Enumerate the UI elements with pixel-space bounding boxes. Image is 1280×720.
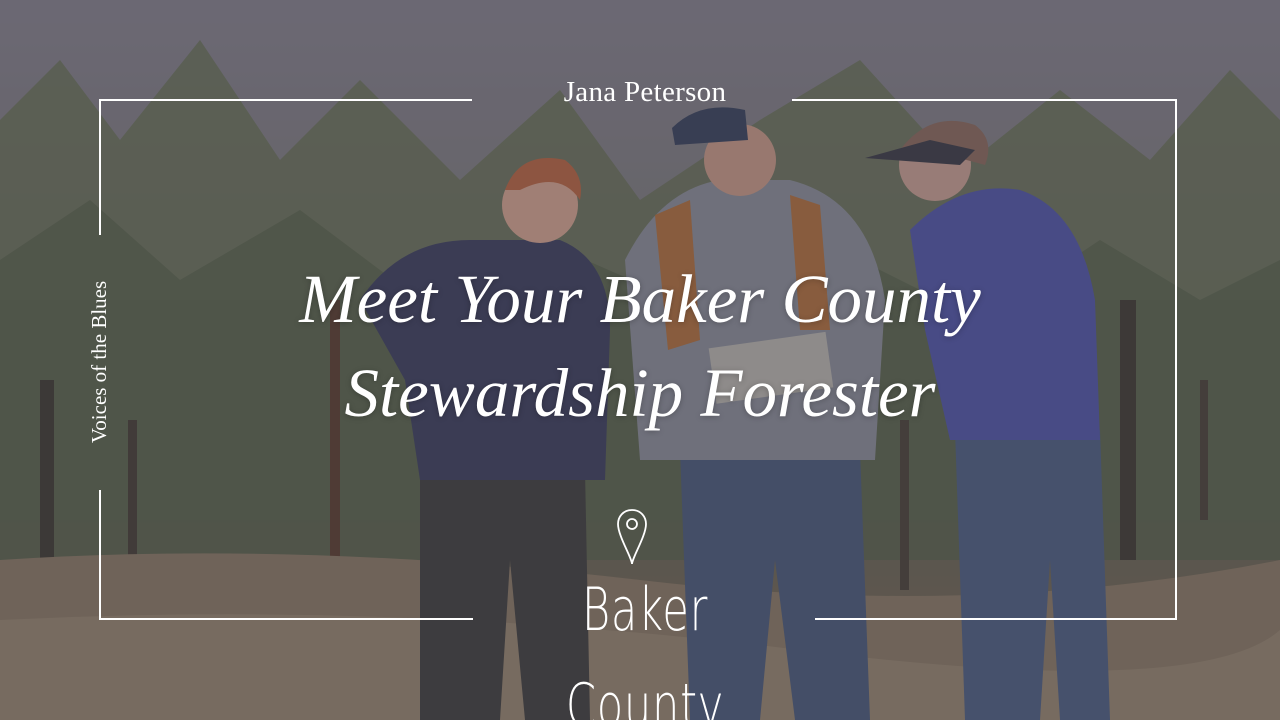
page-title: Meet Your Baker County Stewardship Fores… (150, 252, 1130, 440)
frame-top-right (792, 99, 1177, 101)
frame-bottom-right (815, 618, 1177, 620)
frame-top-left (99, 99, 472, 101)
location-name: Baker County (565, 575, 725, 720)
hero-banner: Jana Peterson Voices of the Blues Meet Y… (0, 0, 1280, 720)
title-line-1: Meet Your Baker County (299, 261, 981, 337)
author-name: Jana Peterson (563, 76, 727, 108)
frame-bottom-left (99, 618, 473, 620)
series-label: Voices of the Blues (87, 280, 111, 444)
frame-right (1175, 99, 1177, 620)
map-pin-icon (617, 509, 647, 565)
title-line-2: Stewardship Forester (344, 355, 936, 431)
